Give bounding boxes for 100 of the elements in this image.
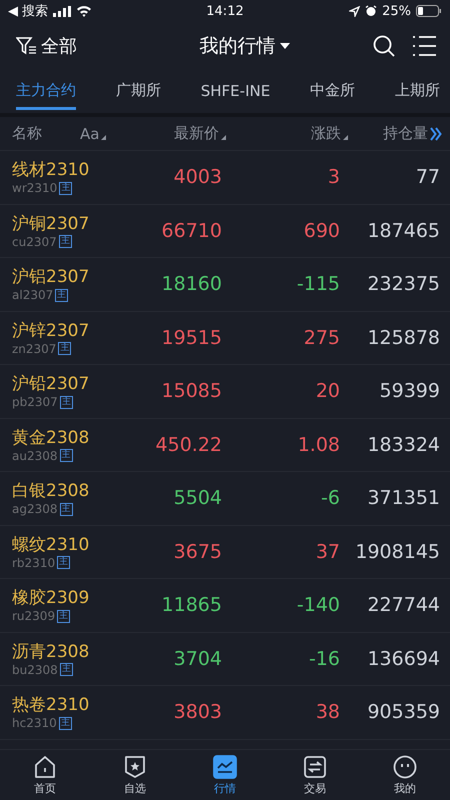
contract-code: ag2308 (12, 502, 58, 516)
open-interest-cell-text: 77 (414, 166, 440, 188)
column-header[interactable]: 持仓量 (348, 124, 428, 143)
column-header[interactable]: 最新价 (130, 124, 226, 143)
contract-name[interactable]: 热卷2310 (12, 694, 122, 716)
exchange-tab[interactable]: SHFE-INE (200, 70, 270, 110)
contract-code: zn2307 (12, 342, 56, 356)
change-cell-text: 690 (302, 220, 340, 242)
clock: 14:12 (206, 4, 244, 18)
contract-name[interactable]: 螺纹2310 (12, 534, 122, 556)
main-contract-badge: 主 (58, 235, 72, 248)
caret-icon (280, 43, 290, 49)
price-cell-text: 4003 (172, 166, 222, 188)
price-cell-text: 3704 (172, 648, 222, 670)
main-contract-badge: 主 (60, 663, 73, 676)
change-cell-text: 1.08 (296, 434, 340, 456)
battery-percent: 25% (382, 4, 411, 18)
change-cell-text: 3 (326, 166, 340, 188)
open-interest-cell-text: 125878 (366, 326, 440, 349)
change-cell-text: -6 (320, 487, 340, 510)
nav-tab[interactable]: 行情 (180, 750, 270, 800)
contract-name[interactable]: 线材2310 (12, 159, 122, 182)
price-cell-text: 450.22 (154, 434, 222, 456)
filter-icon (16, 36, 38, 56)
contract-code: au2308 (12, 448, 58, 463)
exchange-tab[interactable]: 中金所 (310, 70, 356, 110)
contract-code: wr2310 (12, 181, 58, 196)
contract-code: ru2309 (12, 609, 56, 624)
chart-icon (213, 754, 237, 778)
nav-tab[interactable]: 交易 (270, 750, 360, 800)
column-header[interactable]: 涨跌 (226, 124, 348, 143)
open-interest-cell-text: 371351 (366, 487, 440, 510)
main-contract-badge: 主 (57, 610, 70, 623)
change-cell-text: -16 (308, 648, 340, 670)
open-interest-cell-text: 183324 (366, 434, 440, 456)
contract-name[interactable]: 沪铝2307 (12, 266, 122, 288)
main-contract-badge: 主 (60, 449, 72, 462)
wifi-icon (76, 5, 92, 17)
nav-tab[interactable]: 我的 (360, 750, 450, 800)
search-icon[interactable] (372, 34, 396, 58)
contract-name[interactable]: 沪锌2307 (12, 320, 122, 342)
change-cell-text: 38 (314, 701, 340, 724)
contract-name[interactable]: 白银2308 (12, 480, 122, 502)
location-icon (349, 6, 360, 16)
main-contract-badge: 主 (59, 182, 72, 195)
contract-name[interactable]: 沪铅2307 (12, 373, 122, 396)
contract-code: hc2310 (12, 716, 57, 730)
contract-code: cu2307 (12, 234, 57, 249)
main-contract-badge: 主 (58, 716, 72, 730)
price-cell-text: 18160 (160, 273, 222, 296)
signal-icon (53, 6, 72, 16)
house-icon (33, 754, 57, 778)
shield-star-icon (123, 754, 147, 778)
main-contract-badge: 主 (58, 342, 72, 356)
swap-icon (303, 754, 327, 778)
double-chevron-icon[interactable] (430, 126, 442, 140)
column-header[interactable]: 名称 (12, 124, 80, 143)
contract-name[interactable]: 黄金2308 (12, 426, 122, 449)
open-interest-cell-text: 905359 (366, 701, 440, 724)
title-dropdown[interactable]: 我的行情 (200, 33, 290, 59)
price-cell-text: 66710 (160, 220, 222, 242)
change-cell-text: 37 (314, 540, 340, 563)
contract-name[interactable]: 橡胶2309 (12, 587, 122, 610)
font-toggle[interactable]: Aa (80, 124, 130, 142)
main-contract-badge: 主 (60, 396, 73, 409)
alarm-icon (365, 5, 378, 17)
price-cell-text: 3803 (172, 701, 222, 724)
contract-name[interactable]: 沪铜2307 (12, 212, 122, 235)
exchange-tab[interactable]: 广期所 (116, 70, 161, 110)
open-interest-cell-text: 136694 (366, 648, 440, 670)
smiley-icon (393, 754, 417, 778)
change-cell-text: -140 (296, 594, 340, 616)
open-interest-cell-text: 1908145 (354, 540, 440, 563)
price-cell-text: 3675 (172, 540, 222, 563)
exchange-tab[interactable]: 上期所 (394, 70, 440, 110)
change-cell-text: -115 (296, 273, 340, 296)
battery-icon (416, 5, 442, 17)
price-cell-text: 5504 (172, 487, 222, 510)
open-interest-cell-text: 187465 (366, 220, 440, 242)
main-contract-badge: 主 (60, 502, 73, 516)
nav-tab[interactable]: 自选 (90, 750, 180, 800)
contract-name[interactable]: 沥青2308 (12, 640, 122, 663)
back-label[interactable]: ◀ 搜索 (8, 2, 48, 20)
contract-code: bu2308 (12, 662, 58, 677)
contract-code: al2307 (12, 288, 54, 302)
change-cell-text: 275 (302, 326, 340, 349)
price-cell-text: 15085 (160, 380, 222, 402)
menu-icon[interactable] (412, 35, 436, 57)
change-cell-text: 20 (314, 380, 340, 402)
open-interest-cell-text: 59399 (378, 380, 440, 402)
open-interest-cell-text: 227744 (366, 594, 440, 616)
price-cell-text: 11865 (160, 594, 222, 616)
filter-button[interactable]: 全部 (16, 34, 77, 58)
price-cell-text: 19515 (160, 326, 222, 349)
contract-code: pb2307 (12, 395, 58, 410)
nav-tab[interactable]: 首页 (0, 750, 90, 800)
contract-code: rb2310 (12, 556, 56, 570)
open-interest-cell-text: 232375 (366, 273, 440, 296)
main-contract-badge: 主 (57, 556, 70, 570)
exchange-tab[interactable]: 主力合约 (16, 70, 76, 110)
